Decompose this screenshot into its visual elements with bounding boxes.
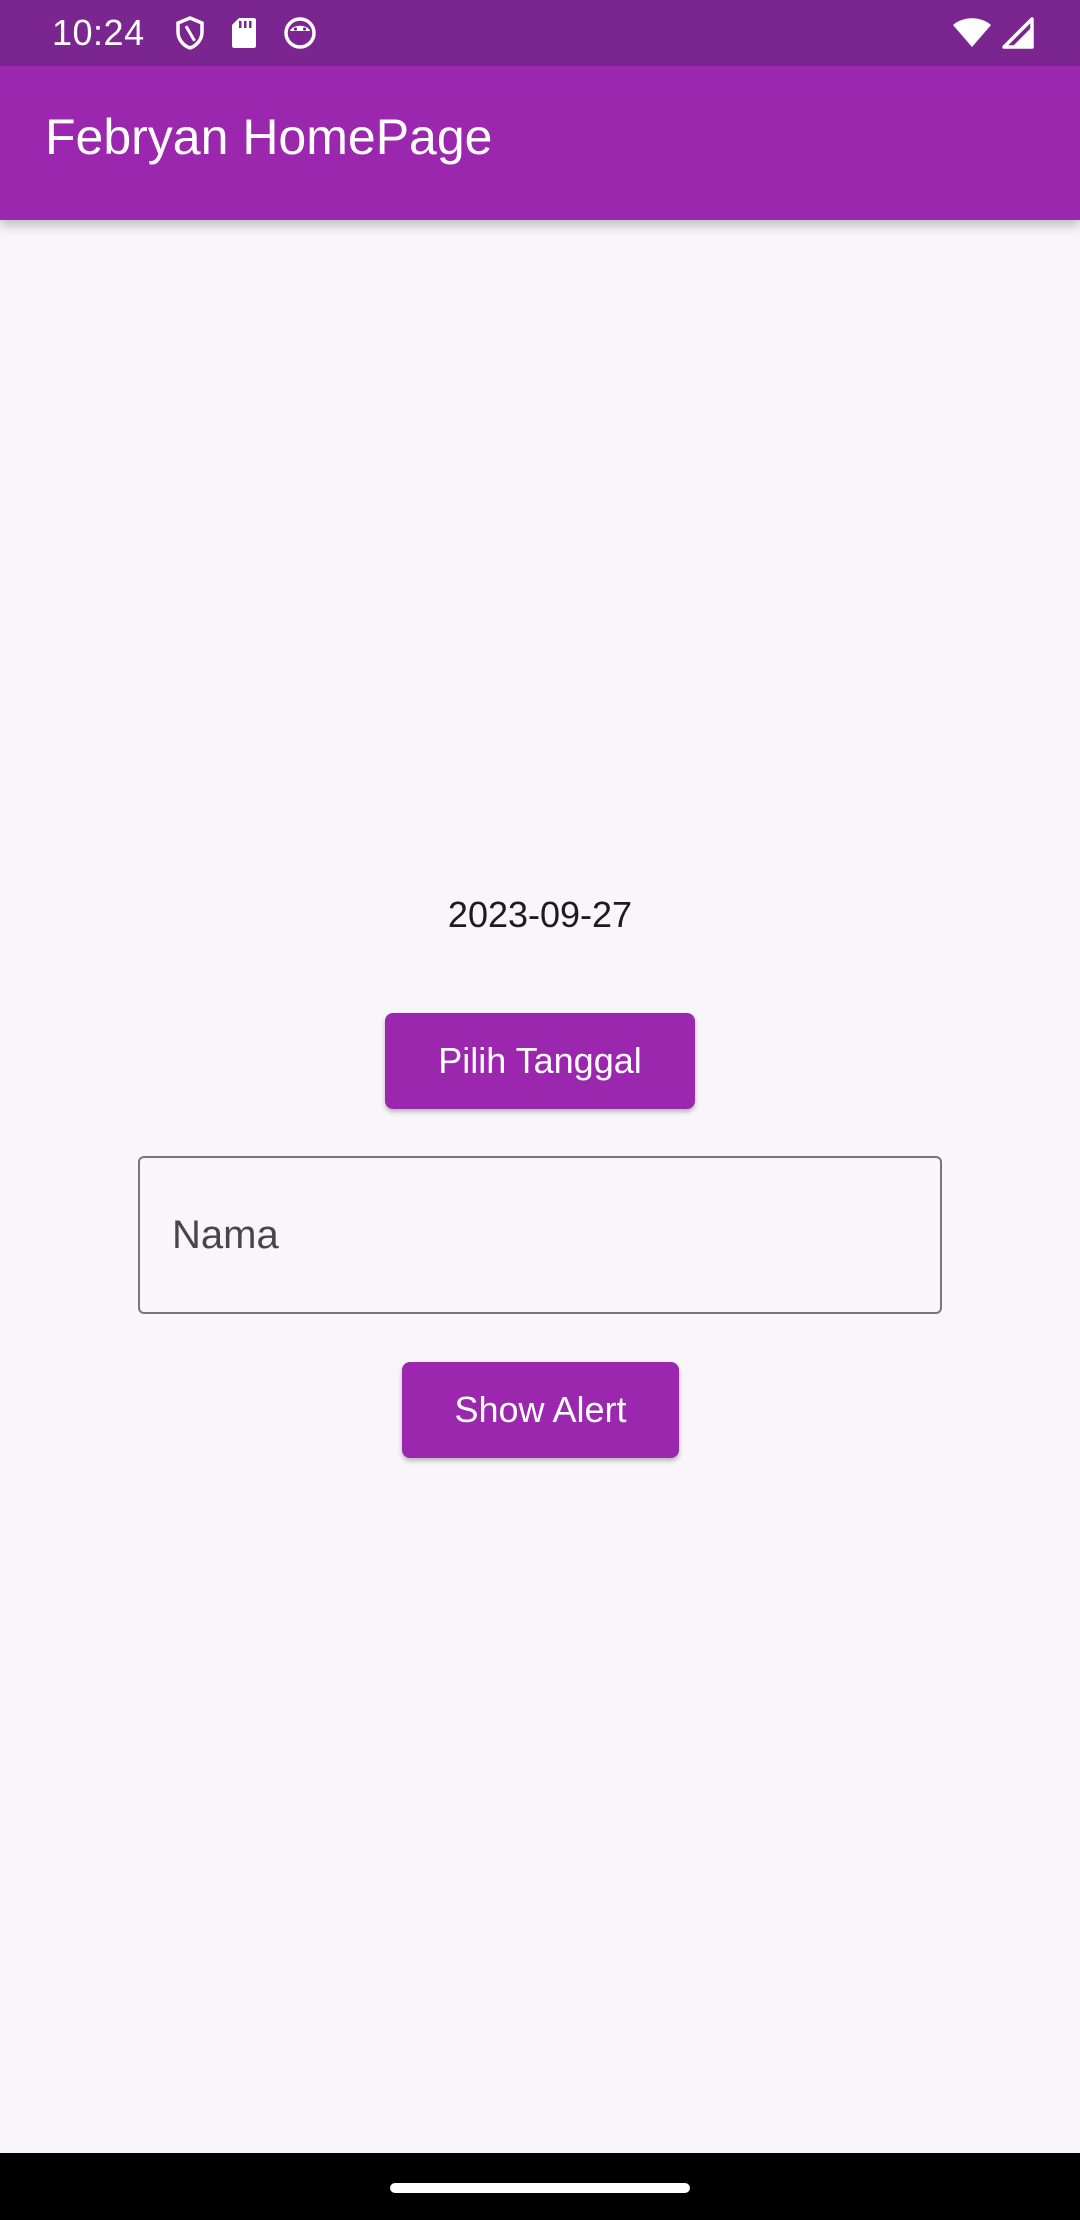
status-icons-right <box>952 17 1034 49</box>
signal-icon <box>1002 17 1034 49</box>
gesture-handle[interactable] <box>390 2183 690 2193</box>
sd-card-icon <box>231 17 257 49</box>
android-face-icon <box>283 16 317 50</box>
name-field[interactable] <box>138 1156 942 1314</box>
shield-icon <box>175 16 205 50</box>
selected-date-text: 2023-09-27 <box>447 894 633 935</box>
status-icons-left <box>175 16 317 50</box>
name-input[interactable] <box>140 1158 940 1312</box>
app-screen: 10:24 Febryan HomePage 2023-09-27 Pilih … <box>0 0 1080 2220</box>
pick-date-button[interactable]: Pilih Tanggal <box>385 1013 695 1109</box>
status-bar: 10:24 <box>0 0 1080 66</box>
show-alert-button[interactable]: Show Alert <box>402 1362 679 1458</box>
wifi-icon <box>952 17 992 49</box>
app-title: Febryan HomePage <box>45 109 493 165</box>
app-bar: Febryan HomePage <box>0 66 1080 220</box>
main-content: 2023-09-27 Pilih Tanggal Show Alert <box>0 220 1080 2153</box>
status-time: 10:24 <box>52 12 145 53</box>
